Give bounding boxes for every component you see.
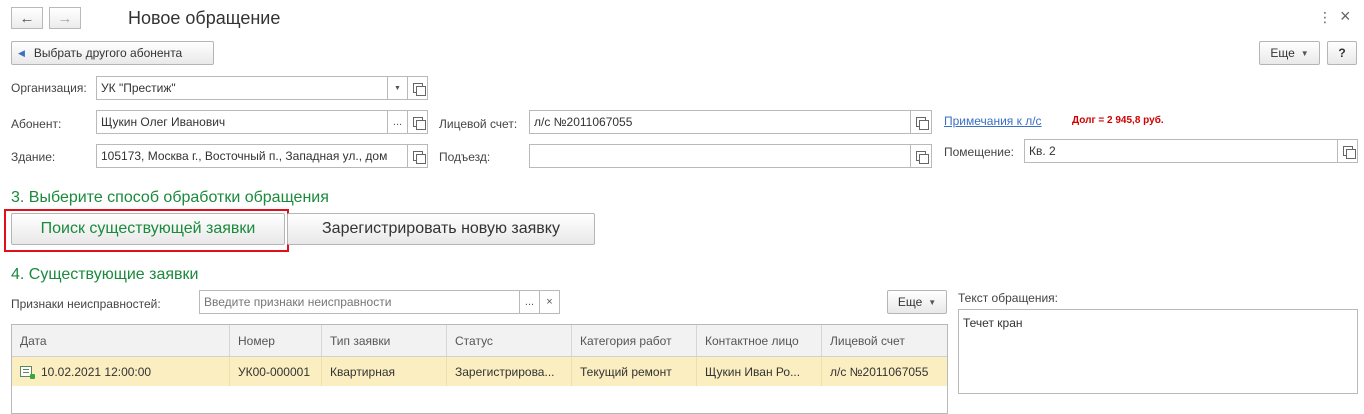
table-header: Дата Номер Тип заявки Статус Категория р…: [12, 325, 947, 357]
cell-status: Зарегистрирова...: [447, 357, 572, 386]
faults-input[interactable]: [199, 290, 520, 314]
debt-text: Долг = 2 945,8 руб.: [1072, 115, 1164, 126]
cell-date: 10.02.2021 12:00:00: [12, 357, 230, 386]
chevron-down-icon: ▼: [1300, 48, 1309, 58]
subscriber-field[interactable]: Щукин Олег Иванович: [96, 110, 388, 134]
request-text-field[interactable]: Течет кран: [958, 309, 1358, 394]
page-title: Новое обращение: [128, 8, 281, 28]
register-new-request-button[interactable]: Зарегистрировать новую заявку: [287, 213, 595, 245]
section-3-title: 3. Выберите способ обработки обращения: [11, 189, 329, 206]
help-button[interactable]: ?: [1327, 41, 1357, 65]
ellipsis-icon: ...: [392, 116, 403, 128]
cell-type: Квартирная: [322, 357, 447, 386]
open-icon: [412, 117, 426, 130]
back-button[interactable]: ←: [11, 7, 43, 29]
cell-work-category: Текущий ремонт: [572, 357, 697, 386]
chevron-down-icon: ▼: [928, 297, 937, 307]
column-header-contact[interactable]: Контактное лицо: [697, 325, 822, 356]
organization-field[interactable]: УК "Престиж": [96, 76, 388, 100]
more-button[interactable]: Еще ▼: [1259, 41, 1320, 65]
account-open-button[interactable]: [910, 110, 932, 134]
column-header-status[interactable]: Статус: [447, 325, 572, 356]
subscriber-open-button[interactable]: [407, 110, 428, 134]
open-icon: [1342, 146, 1356, 159]
chevron-down-icon: ▼: [394, 84, 401, 92]
building-open-button[interactable]: [407, 144, 428, 168]
table-row[interactable]: 10.02.2021 12:00:00 УК00-000001 Квартирн…: [12, 357, 947, 386]
forward-button[interactable]: →: [49, 7, 81, 29]
arrow-left-icon: ←: [19, 9, 35, 27]
entrance-field[interactable]: [529, 144, 911, 168]
section-4-title: 4. Существующие заявки: [11, 266, 199, 283]
column-header-work-category[interactable]: Категория работ: [572, 325, 697, 356]
select-other-subscriber-button[interactable]: ◀ Выбрать другого абонента: [11, 41, 214, 65]
entrance-label: Подъезд:: [439, 150, 491, 164]
cell-number: УК00-000001: [230, 357, 322, 386]
organization-dropdown-button[interactable]: ▼: [387, 76, 408, 100]
room-field[interactable]: Кв. 2: [1024, 139, 1338, 163]
requests-table: Дата Номер Тип заявки Статус Категория р…: [11, 324, 948, 414]
open-icon: [412, 151, 426, 164]
faults-clear-button[interactable]: ×: [539, 290, 560, 314]
arrow-right-icon: →: [57, 9, 73, 27]
room-label: Помещение:: [944, 145, 1014, 159]
column-header-account[interactable]: Лицевой счет: [822, 325, 947, 356]
column-header-date[interactable]: Дата: [12, 325, 230, 356]
cell-account: л/с №2011067055: [830, 364, 929, 379]
request-document-icon: [20, 366, 35, 379]
search-existing-request-button[interactable]: Поиск существующей заявки: [11, 213, 285, 245]
close-icon: ×: [546, 296, 553, 308]
subscriber-select-button[interactable]: ...: [387, 110, 408, 134]
close-icon[interactable]: ×: [1340, 6, 1351, 27]
open-icon: [412, 83, 426, 96]
more-vertical-icon[interactable]: ⋮: [1318, 9, 1332, 26]
account-field[interactable]: л/с №2011067055: [529, 110, 911, 134]
organization-open-button[interactable]: [407, 76, 428, 100]
subscriber-label: Абонент:: [11, 117, 62, 131]
building-label: Здание:: [11, 150, 56, 164]
room-open-button[interactable]: [1337, 139, 1358, 163]
account-label: Лицевой счет:: [439, 117, 518, 131]
notes-link[interactable]: Примечания к л/с: [944, 114, 1042, 128]
cell-contact: Щукин Иван Ро...: [697, 357, 822, 386]
ellipsis-icon: ...: [524, 296, 535, 308]
request-text-label: Текст обращения:: [958, 291, 1059, 305]
table-more-button[interactable]: Еще ▼: [887, 290, 947, 314]
column-header-type[interactable]: Тип заявки: [322, 325, 447, 356]
open-icon: [916, 151, 929, 164]
triangle-left-icon: ◀: [18, 47, 25, 58]
organization-label: Организация:: [11, 81, 87, 95]
faults-label: Признаки неисправностей:: [11, 297, 161, 311]
entrance-open-button[interactable]: [910, 144, 932, 168]
building-field[interactable]: 105173, Москва г., Восточный п., Западна…: [96, 144, 408, 168]
column-header-number[interactable]: Номер: [230, 325, 322, 356]
faults-select-button[interactable]: ...: [519, 290, 540, 314]
open-icon: [916, 117, 929, 130]
